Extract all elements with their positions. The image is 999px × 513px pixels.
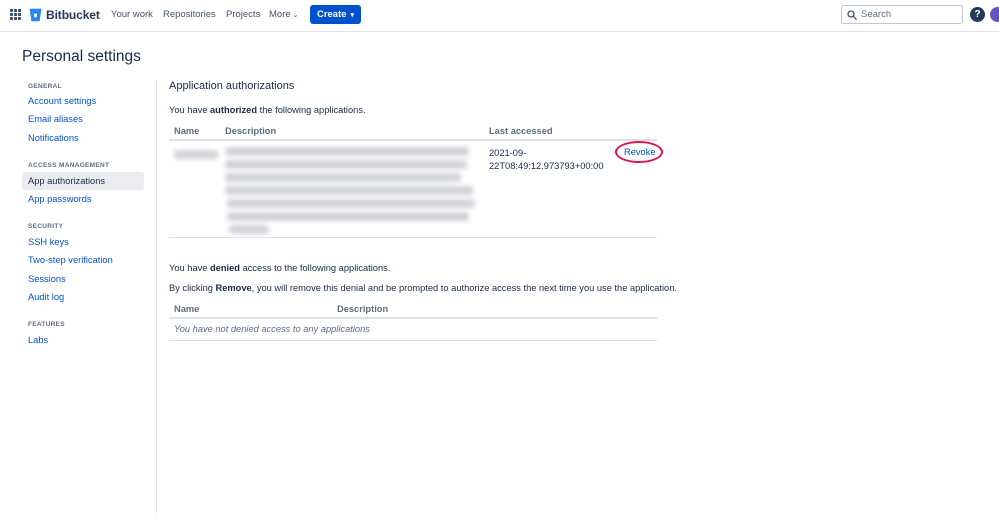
last-accessed-value: 2021-09- 22T08:49:12.973793+00:00: [489, 147, 609, 172]
col-description: Description: [337, 304, 389, 314]
col-name: Name: [174, 126, 200, 136]
sidebar-item-ssh-keys[interactable]: SSH keys: [22, 233, 144, 251]
denied-intro: You have denied access to the following …: [169, 263, 390, 273]
sidebar-item-email-aliases[interactable]: Email aliases: [22, 110, 144, 128]
sidebar-item-two-step-verification[interactable]: Two-step verification: [22, 251, 144, 269]
redacted-description-line: [225, 186, 473, 195]
authorized-intro-bold: authorized: [210, 105, 258, 115]
denied-intro-pre: You have: [169, 263, 211, 273]
redacted-description-line: [227, 199, 475, 208]
section-heading: Application authorizations: [169, 80, 295, 92]
authorized-intro-post: the following applications.: [257, 105, 366, 115]
revoke-link[interactable]: Revoke: [624, 147, 656, 157]
nav-more[interactable]: More ⌄: [269, 9, 299, 20]
sidebar-item-sessions[interactable]: Sessions: [22, 270, 144, 288]
redacted-app-name: [174, 150, 218, 159]
table-header-divider: [169, 139, 657, 141]
redacted-description-line: [225, 160, 467, 169]
chevron-down-icon: ▾: [350, 11, 355, 19]
top-navigation: Bitbucket Your work Repositories Project…: [0, 0, 999, 32]
authorized-intro: You have authorized the following applic…: [169, 105, 366, 115]
help-icon[interactable]: ?: [970, 7, 985, 22]
redacted-description-line: [229, 225, 269, 234]
sidebar-item-labs[interactable]: Labs: [22, 331, 144, 349]
denied-intro-post: access to the following applications.: [239, 263, 391, 273]
product-name: Bitbucket: [46, 8, 100, 22]
table-header-divider: [169, 317, 657, 319]
redacted-description-line: [225, 173, 461, 182]
bitbucket-logo-icon: [29, 8, 42, 22]
last-accessed-line: 2021-09-: [489, 148, 527, 158]
table-bottom-divider: [169, 237, 657, 238]
sidebar-heading-features: FEATURES: [28, 321, 65, 328]
denied-note-bold: Remove: [215, 283, 252, 293]
sidebar-item-notifications[interactable]: Notifications: [22, 129, 144, 147]
empty-state-message: You have not denied access to any applic…: [174, 324, 370, 334]
create-button[interactable]: Create ▾: [310, 5, 361, 24]
nav-more-label: More: [269, 9, 291, 20]
col-last-accessed: Last accessed: [489, 126, 553, 136]
col-name: Name: [174, 304, 200, 314]
search-input[interactable]: [861, 9, 956, 20]
sidebar-item-account-settings[interactable]: Account settings: [22, 92, 144, 110]
bitbucket-logo[interactable]: Bitbucket: [29, 8, 100, 22]
search-icon: [847, 9, 857, 20]
redacted-description-line: [227, 212, 469, 221]
sidebar-heading-general: GENERAL: [28, 83, 62, 90]
denied-note-pre: By clicking: [169, 283, 216, 293]
page-title: Personal settings: [22, 48, 141, 65]
sidebar-item-app-authorizations[interactable]: App authorizations: [22, 172, 144, 190]
avatar[interactable]: [990, 7, 999, 22]
redacted-description-line: [225, 147, 469, 156]
sidebar-heading-security: SECURITY: [28, 223, 64, 230]
denied-intro-bold: denied: [210, 263, 240, 273]
nav-your-work[interactable]: Your work: [111, 9, 153, 20]
last-accessed-line: 22T08:49:12.973793+00:00: [489, 160, 604, 171]
sidebar-divider: [156, 80, 157, 513]
denied-note-post: , you will remove this denial and be pro…: [251, 283, 677, 293]
denied-note: By clicking Remove, you will remove this…: [169, 283, 677, 293]
nav-repositories[interactable]: Repositories: [163, 9, 216, 20]
sidebar-item-app-passwords[interactable]: App passwords: [22, 190, 144, 208]
authorized-intro-pre: You have: [169, 105, 211, 115]
app-switcher-icon[interactable]: [10, 9, 21, 20]
sidebar-item-audit-log[interactable]: Audit log: [22, 288, 144, 306]
create-button-label: Create: [316, 9, 347, 20]
nav-projects[interactable]: Projects: [226, 9, 260, 20]
sidebar-heading-access-management: ACCESS MANAGEMENT: [28, 162, 110, 169]
chevron-down-icon: ⌄: [292, 12, 299, 19]
table-bottom-divider: [169, 340, 657, 341]
col-description: Description: [225, 126, 277, 136]
search-box[interactable]: [841, 5, 963, 24]
